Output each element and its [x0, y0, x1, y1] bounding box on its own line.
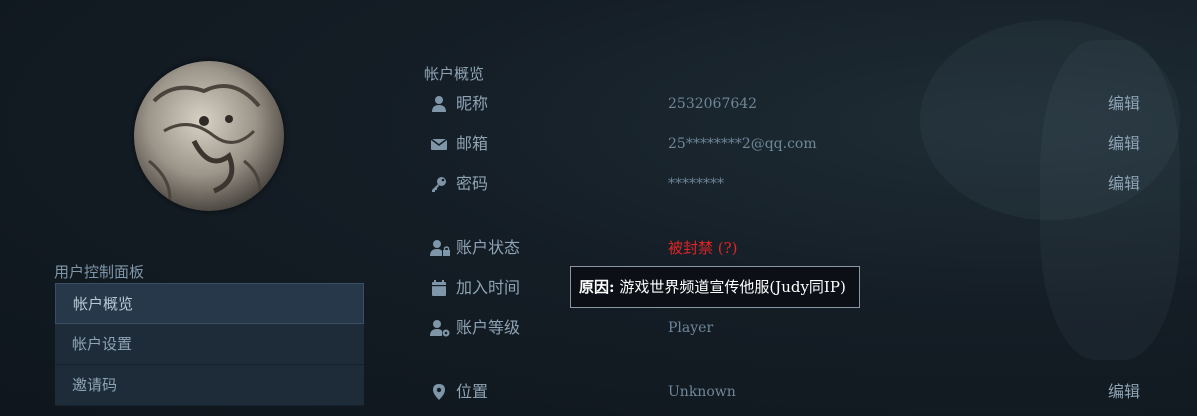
sidebar-menu: 帐户概览 帐户设置 邀请码: [55, 283, 364, 406]
row-nickname: 昵称 2532067642 编辑: [430, 92, 1140, 116]
location-value: Unknown: [668, 384, 736, 400]
edit-email-button[interactable]: 编辑: [1108, 132, 1140, 156]
sidebar-item-account-settings[interactable]: 帐户设置: [55, 324, 364, 365]
edit-nickname-button[interactable]: 编辑: [1108, 92, 1140, 116]
user-lock-icon: [430, 239, 450, 257]
user-icon: [430, 95, 448, 113]
account-status-label: 账户状态: [456, 238, 521, 257]
row-location: 位置 Unknown 编辑: [430, 380, 1140, 404]
email-value: 25********2@qq.com: [668, 136, 817, 152]
account-level-label: 账户等级: [456, 318, 521, 337]
tooltip-prefix: 原因:: [579, 278, 615, 296]
email-label: 邮箱: [456, 134, 489, 153]
row-account-status: 账户状态 被封禁 (?): [430, 236, 1140, 260]
ban-reason-tooltip: 原因: 游戏世界频道宣传他服(Judy同IP): [570, 266, 860, 308]
nickname-label: 昵称: [456, 94, 489, 113]
sidebar-item-invite-code[interactable]: 邀请码: [55, 365, 364, 406]
envelope-icon: [430, 135, 448, 153]
password-label: 密码: [456, 174, 489, 193]
user-cog-icon: [430, 319, 450, 337]
location-label: 位置: [456, 382, 489, 401]
avatar: [134, 61, 284, 211]
section-title: 帐户概览: [424, 65, 485, 83]
sidebar-item-account-overview[interactable]: 帐户概览: [55, 283, 364, 324]
edit-password-button[interactable]: 编辑: [1108, 172, 1140, 196]
row-account-level: 账户等级 Player: [430, 316, 1140, 340]
calendar-icon: [430, 279, 448, 297]
join-time-label: 加入时间: [456, 278, 521, 297]
account-status-value[interactable]: 被封禁 (?): [668, 236, 738, 260]
password-value: ********: [668, 176, 724, 192]
tooltip-text: 游戏世界频道宣传他服(Judy同IP): [619, 278, 846, 296]
row-password: 密码 ******** 编辑: [430, 172, 1140, 196]
map-pin-icon: [430, 383, 448, 401]
nickname-value: 2532067642: [668, 96, 758, 112]
background-decoration: [1040, 40, 1180, 360]
account-level-value: Player: [668, 320, 714, 336]
sidebar-title: 用户控制面板: [54, 263, 145, 281]
row-email: 邮箱 25********2@qq.com 编辑: [430, 132, 1140, 156]
edit-location-button[interactable]: 编辑: [1108, 380, 1140, 404]
key-icon: [430, 175, 448, 193]
